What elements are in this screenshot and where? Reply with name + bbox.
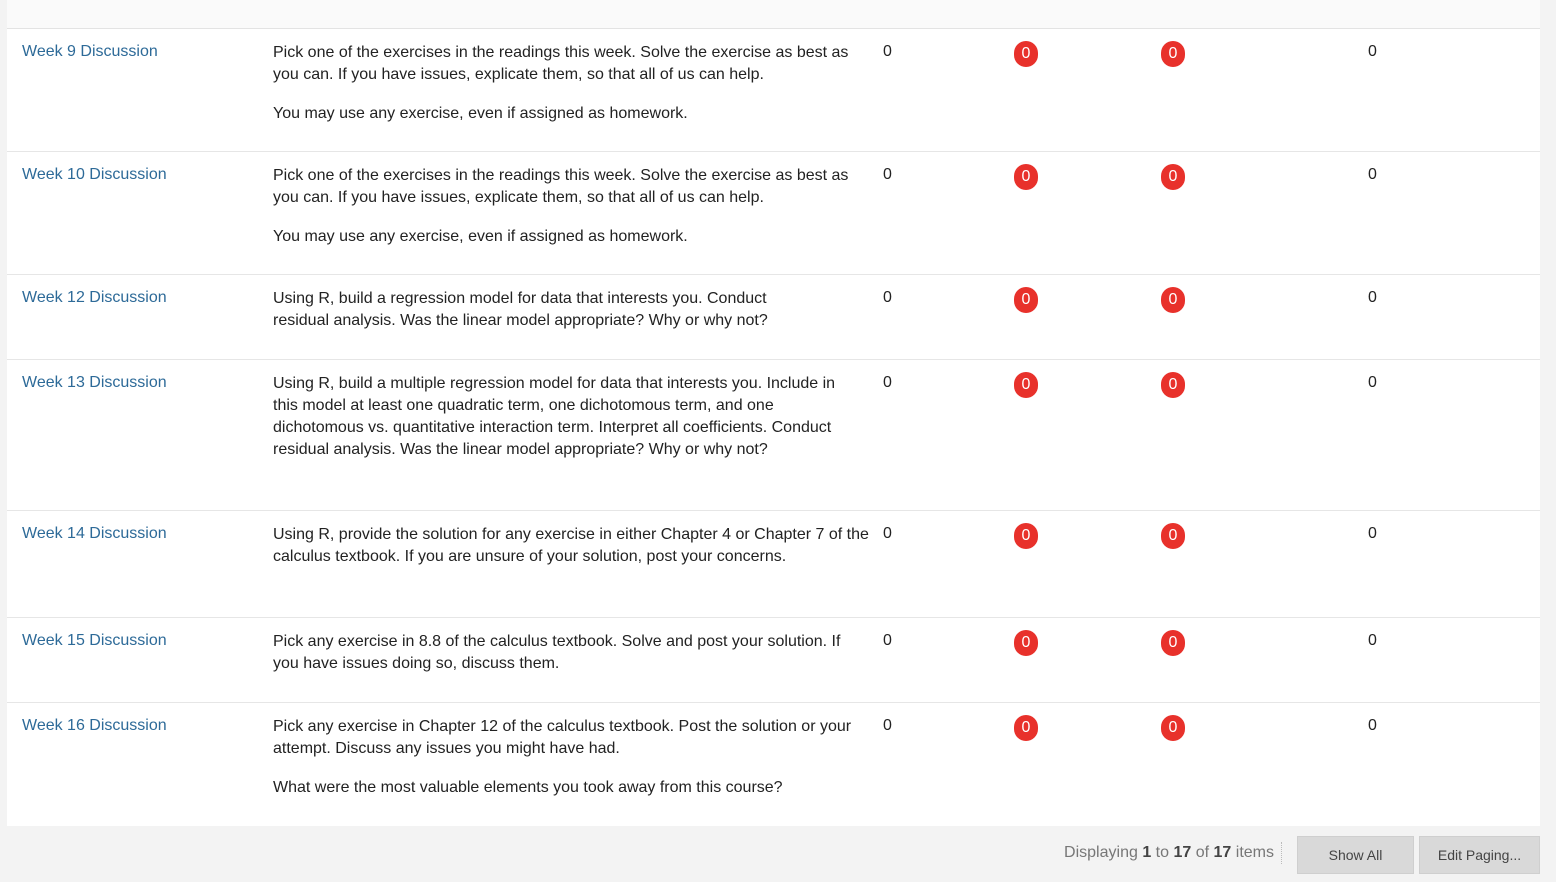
description-paragraph: Pick any exercise in 8.8 of the calculus… (273, 633, 841, 672)
description-paragraph: Pick any exercise in Chapter 12 of the c… (273, 718, 852, 757)
paging-footer: Displaying 1 to 17 of 17 items Show All … (7, 826, 1540, 882)
replies-to-me-badge[interactable]: 0 (1161, 164, 1185, 190)
total-participants: 0 (1368, 525, 1377, 542)
paging-from: 1 (1142, 844, 1152, 861)
replies-to-me-badge[interactable]: 0 (1161, 630, 1185, 656)
unread-posts-badge[interactable]: 0 (1014, 287, 1038, 313)
paging-total: 17 (1213, 844, 1232, 861)
description-paragraph: Pick one of the exercises in the reading… (273, 167, 849, 206)
table-row: Week 13 Discussion Using R, build a mult… (7, 360, 1540, 511)
total-posts: 0 (883, 525, 892, 542)
total-participants: 0 (1368, 717, 1377, 734)
forum-title-link[interactable]: Week 10 Discussion (22, 166, 167, 184)
table-row: Week 10 Discussion Pick one of the exerc… (7, 152, 1540, 275)
replies-to-me-badge[interactable]: 0 (1161, 41, 1185, 67)
forum-title-link[interactable]: Week 13 Discussion (22, 374, 167, 392)
unread-posts-badge[interactable]: 0 (1014, 164, 1038, 190)
total-posts: 0 (883, 632, 892, 649)
replies-to-me-badge[interactable]: 0 (1161, 715, 1185, 741)
edit-paging-button[interactable]: Edit Paging... (1419, 836, 1540, 874)
description-paragraph: You may use any exercise, even if assign… (273, 228, 688, 245)
table-row: Week 15 Discussion Pick any exercise in … (7, 618, 1540, 703)
forum-title-link[interactable]: Week 16 Discussion (22, 717, 167, 735)
forum-description: Pick one of the exercises in the reading… (273, 42, 869, 125)
total-participants: 0 (1368, 166, 1377, 183)
discussion-board-page: Week 9 Discussion Pick one of the exerci… (0, 0, 1556, 882)
description-paragraph: Using R, build a multiple regression mod… (273, 375, 836, 458)
total-posts: 0 (883, 43, 892, 60)
replies-to-me-badge[interactable]: 0 (1161, 287, 1185, 313)
total-participants: 0 (1368, 632, 1377, 649)
forum-list-table: Week 9 Discussion Pick one of the exerci… (7, 29, 1540, 826)
show-all-button[interactable]: Show All (1297, 836, 1414, 874)
total-posts: 0 (883, 717, 892, 734)
forum-description: Pick any exercise in Chapter 12 of the c… (273, 716, 863, 799)
unread-posts-badge[interactable]: 0 (1014, 715, 1038, 741)
total-posts: 0 (883, 166, 892, 183)
forum-description: Using R, build a multiple regression mod… (273, 373, 853, 461)
total-participants: 0 (1368, 43, 1377, 60)
unread-posts-badge[interactable]: 0 (1014, 523, 1038, 549)
total-posts: 0 (883, 289, 892, 306)
forum-title-link[interactable]: Week 15 Discussion (22, 632, 167, 650)
table-row: Week 12 Discussion Using R, build a regr… (7, 275, 1540, 360)
forum-title-link[interactable]: Week 14 Discussion (22, 525, 167, 543)
forum-title-link[interactable]: Week 9 Discussion (22, 43, 158, 61)
to-label: to (1155, 844, 1170, 861)
forum-description: Pick one of the exercises in the reading… (273, 165, 869, 248)
replies-to-me-badge[interactable]: 0 (1161, 372, 1185, 398)
forum-description: Pick any exercise in 8.8 of the calculus… (273, 631, 869, 675)
forum-description: Using R, provide the solution for any ex… (273, 524, 869, 568)
description-paragraph: Pick one of the exercises in the reading… (273, 44, 849, 83)
table-row: Week 14 Discussion Using R, provide the … (7, 511, 1540, 618)
table-row: Week 16 Discussion Pick any exercise in … (7, 703, 1540, 826)
description-paragraph: Using R, provide the solution for any ex… (273, 526, 869, 565)
of-label: of (1195, 844, 1210, 861)
description-paragraph: You may use any exercise, even if assign… (273, 105, 688, 122)
table-header-strip (7, 0, 1540, 29)
forum-description: Using R, build a regression model for da… (273, 288, 813, 332)
unread-posts-badge[interactable]: 0 (1014, 41, 1038, 67)
replies-to-me-badge[interactable]: 0 (1161, 523, 1185, 549)
displaying-label: Displaying (1064, 844, 1138, 861)
table-row: Week 9 Discussion Pick one of the exerci… (7, 29, 1540, 152)
total-posts: 0 (883, 374, 892, 391)
total-participants: 0 (1368, 289, 1377, 306)
forum-title-link[interactable]: Week 12 Discussion (22, 289, 167, 307)
total-participants: 0 (1368, 374, 1377, 391)
paging-summary: Displaying 1 to 17 of 17 items (1064, 844, 1274, 862)
description-paragraph: Using R, build a regression model for da… (273, 290, 768, 329)
description-paragraph: What were the most valuable elements you… (273, 779, 783, 796)
paging-divider (1281, 842, 1283, 864)
paging-to: 17 (1173, 844, 1192, 861)
unread-posts-badge[interactable]: 0 (1014, 372, 1038, 398)
unread-posts-badge[interactable]: 0 (1014, 630, 1038, 656)
items-label: items (1235, 844, 1274, 861)
